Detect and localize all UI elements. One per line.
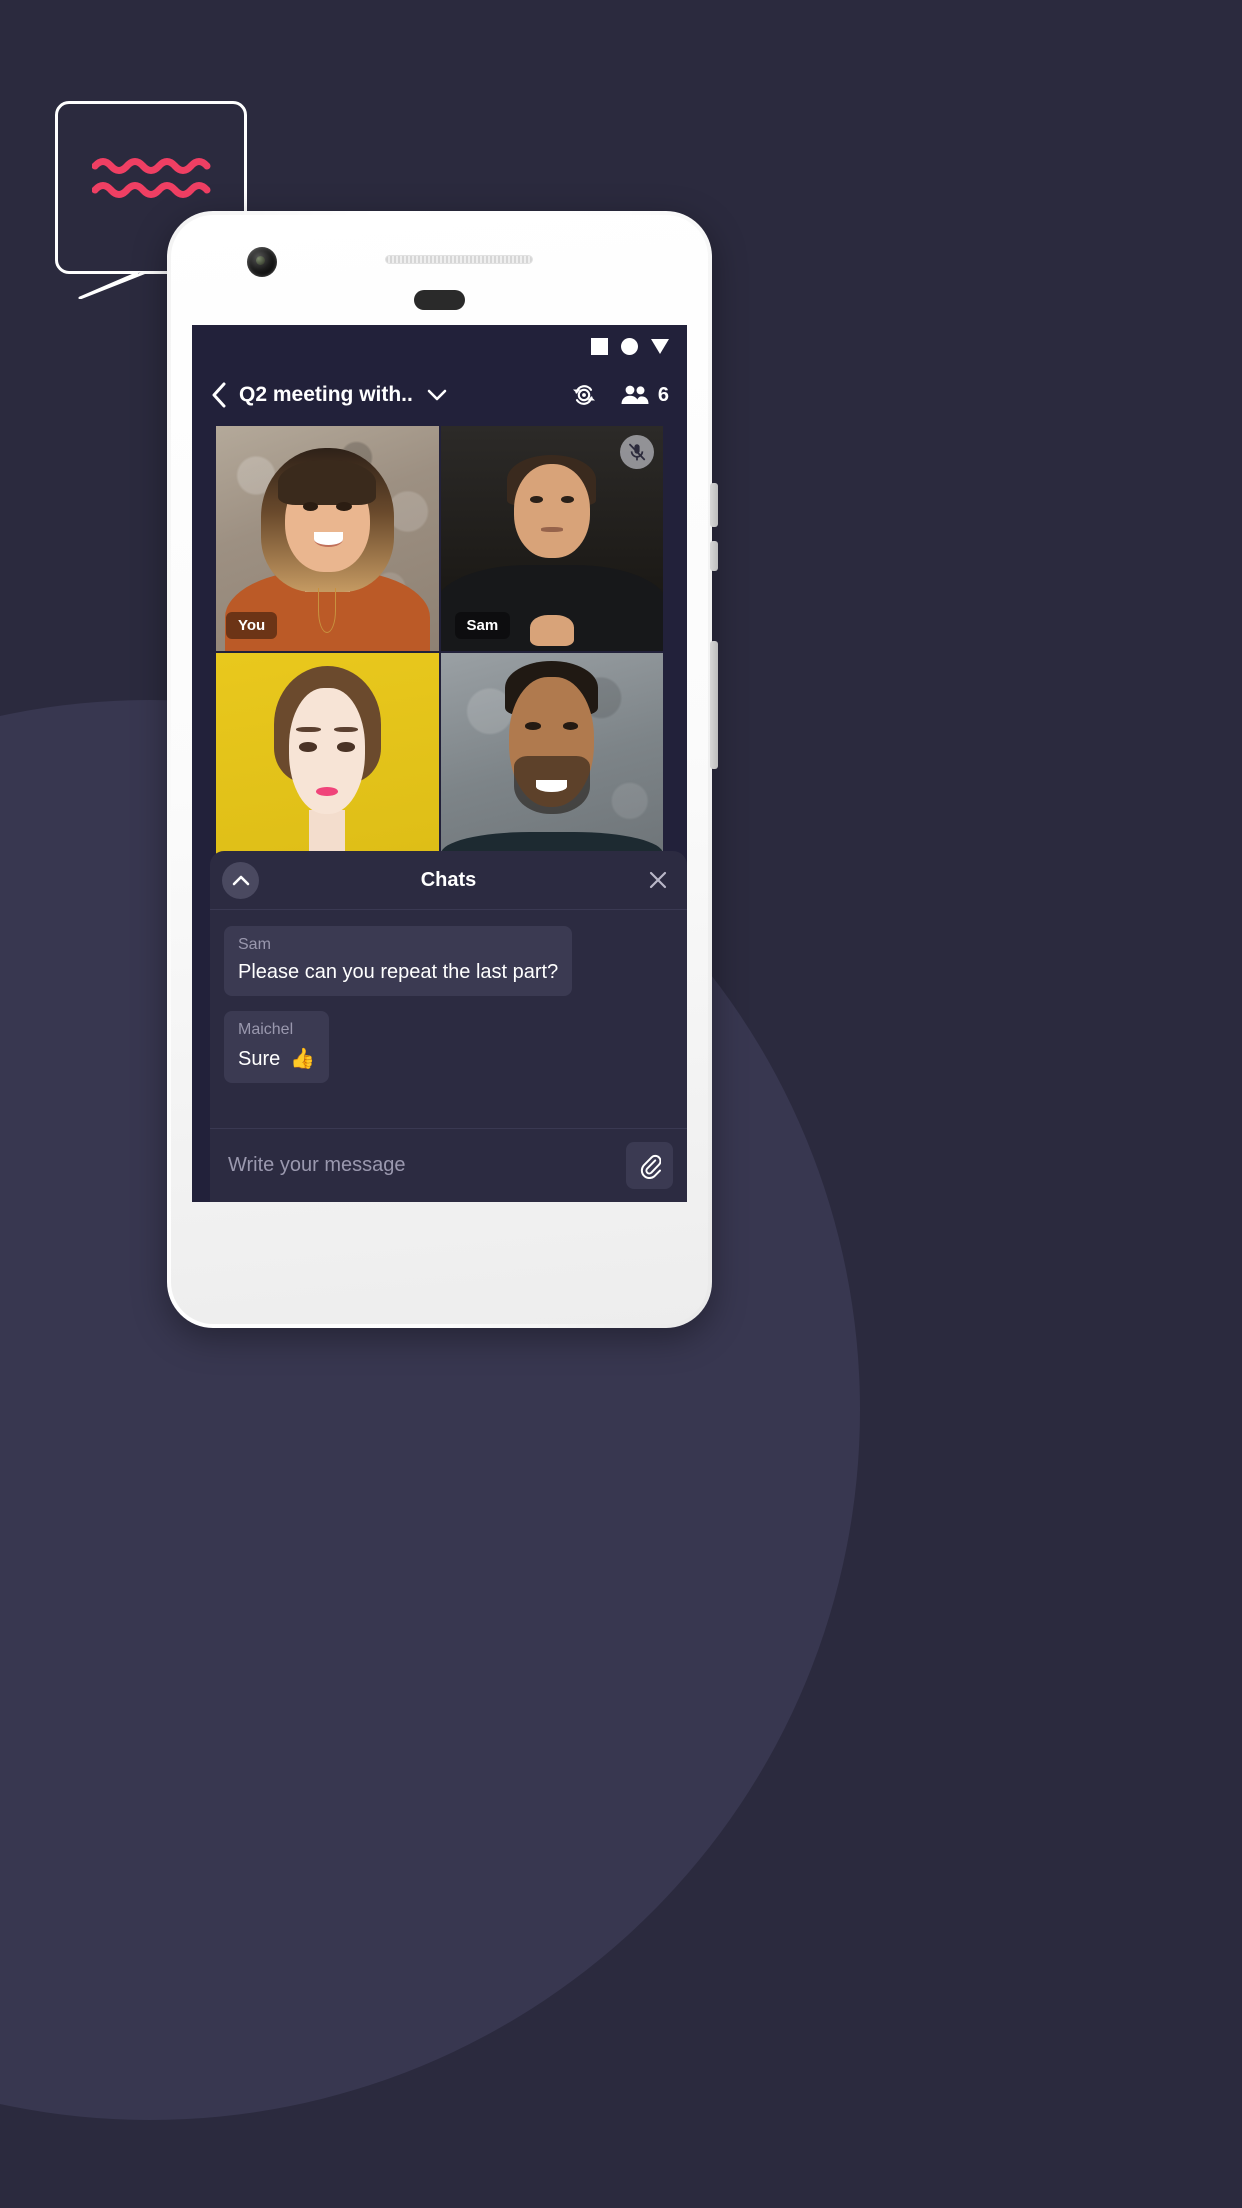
video-tile-3[interactable] xyxy=(216,652,439,877)
wave-lines-icon xyxy=(91,154,218,202)
chevron-up-icon[interactable] xyxy=(222,862,259,899)
sensor-pill xyxy=(414,290,465,310)
chats-title: Chats xyxy=(420,868,477,891)
page-title: Q2 meeting with.. xyxy=(239,383,413,406)
message-input[interactable] xyxy=(228,1154,626,1177)
front-camera-icon xyxy=(247,247,277,277)
chevron-down-icon[interactable] xyxy=(427,389,447,401)
message-row: Sam Please can you repeat the last part? xyxy=(224,926,673,1011)
message-list: Sam Please can you repeat the last part?… xyxy=(210,910,687,1128)
participant-name-label: Sam xyxy=(454,611,511,639)
message-author: Maichel xyxy=(238,1021,294,1038)
chats-header: Chats xyxy=(210,851,687,910)
triangle-down-icon xyxy=(651,339,669,354)
message-composer xyxy=(210,1128,687,1202)
video-tile-you[interactable]: You xyxy=(216,426,439,651)
chats-panel: Chats Sam Please can you repeat the last… xyxy=(210,851,687,1202)
close-icon[interactable] xyxy=(643,865,673,895)
participants-count: 6 xyxy=(657,383,669,406)
paperclip-icon[interactable] xyxy=(626,1142,673,1189)
speech-bubble-tail xyxy=(78,270,148,300)
video-tile-4[interactable] xyxy=(440,652,663,877)
message-text: Sure 👍 xyxy=(238,1046,315,1071)
message-row: Maichel Sure 👍 xyxy=(224,1011,673,1098)
thumbs-up-icon: 👍 xyxy=(290,1048,316,1070)
people-icon[interactable] xyxy=(620,384,650,406)
power-button[interactable] xyxy=(710,641,718,769)
message-bubble[interactable]: Maichel Sure 👍 xyxy=(224,1011,330,1083)
message-bubble[interactable]: Sam Please can you repeat the last part? xyxy=(224,926,573,996)
participant-name-label: You xyxy=(226,611,278,639)
app-bar: Q2 meeting with.. 6 xyxy=(192,368,687,422)
square-icon xyxy=(591,338,608,355)
volume-up-button[interactable] xyxy=(710,483,718,527)
chevron-left-icon[interactable] xyxy=(206,382,232,408)
phone-top-bezel xyxy=(167,211,712,322)
status-bar xyxy=(192,325,687,368)
volume-down-button[interactable] xyxy=(710,541,718,571)
message-author: Sam xyxy=(238,936,271,953)
video-grid: You Sam xyxy=(216,426,663,877)
screenshot-root: Q2 meeting with.. 6 You Sam Chats Sam Pl… xyxy=(0,0,1242,2208)
video-tile-sam[interactable]: Sam xyxy=(440,426,663,651)
phone-screen: Q2 meeting with.. 6 You Sam Chats Sam Pl… xyxy=(192,325,687,1202)
message-text: Please can you repeat the last part? xyxy=(238,961,559,983)
earpiece-speaker xyxy=(385,255,533,264)
avatar xyxy=(440,652,663,877)
camera-flip-icon[interactable] xyxy=(570,381,598,409)
avatar xyxy=(216,652,439,877)
microphone-off-icon[interactable] xyxy=(620,435,654,469)
circle-icon xyxy=(621,338,638,355)
message-text-value: Sure xyxy=(238,1048,281,1070)
